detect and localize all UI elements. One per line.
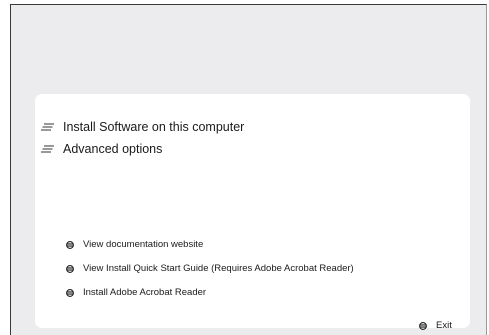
advanced-options-option[interactable]: Advanced options [41,142,162,156]
exit-label: Exit [436,320,452,331]
install-acrobat-reader-label: Install Adobe Acrobat Reader [83,287,207,298]
view-documentation-link[interactable]: View documentation website [66,239,203,250]
bullet-icon [419,321,427,330]
options-panel: Install Software on this computer Advanc… [35,94,470,331]
lines-icon [41,123,55,131]
advanced-options-label: Advanced options [63,142,163,156]
bullet-icon [66,240,74,249]
bullet-icon [66,288,74,297]
view-quick-start-guide-link[interactable]: View Install Quick Start Guide (Requires… [66,263,354,274]
view-quick-start-guide-label: View Install Quick Start Guide (Requires… [83,263,354,274]
install-software-label: Install Software on this computer [63,120,245,134]
exit-button[interactable]: Exit [419,320,452,331]
view-documentation-label: View documentation website [83,239,204,250]
installer-window: Install Software on this computer Advanc… [10,4,487,335]
bullet-icon [66,264,74,273]
lines-icon [41,145,55,153]
install-acrobat-reader-link[interactable]: Install Adobe Acrobat Reader [66,287,206,298]
install-software-option[interactable]: Install Software on this computer [41,120,244,134]
